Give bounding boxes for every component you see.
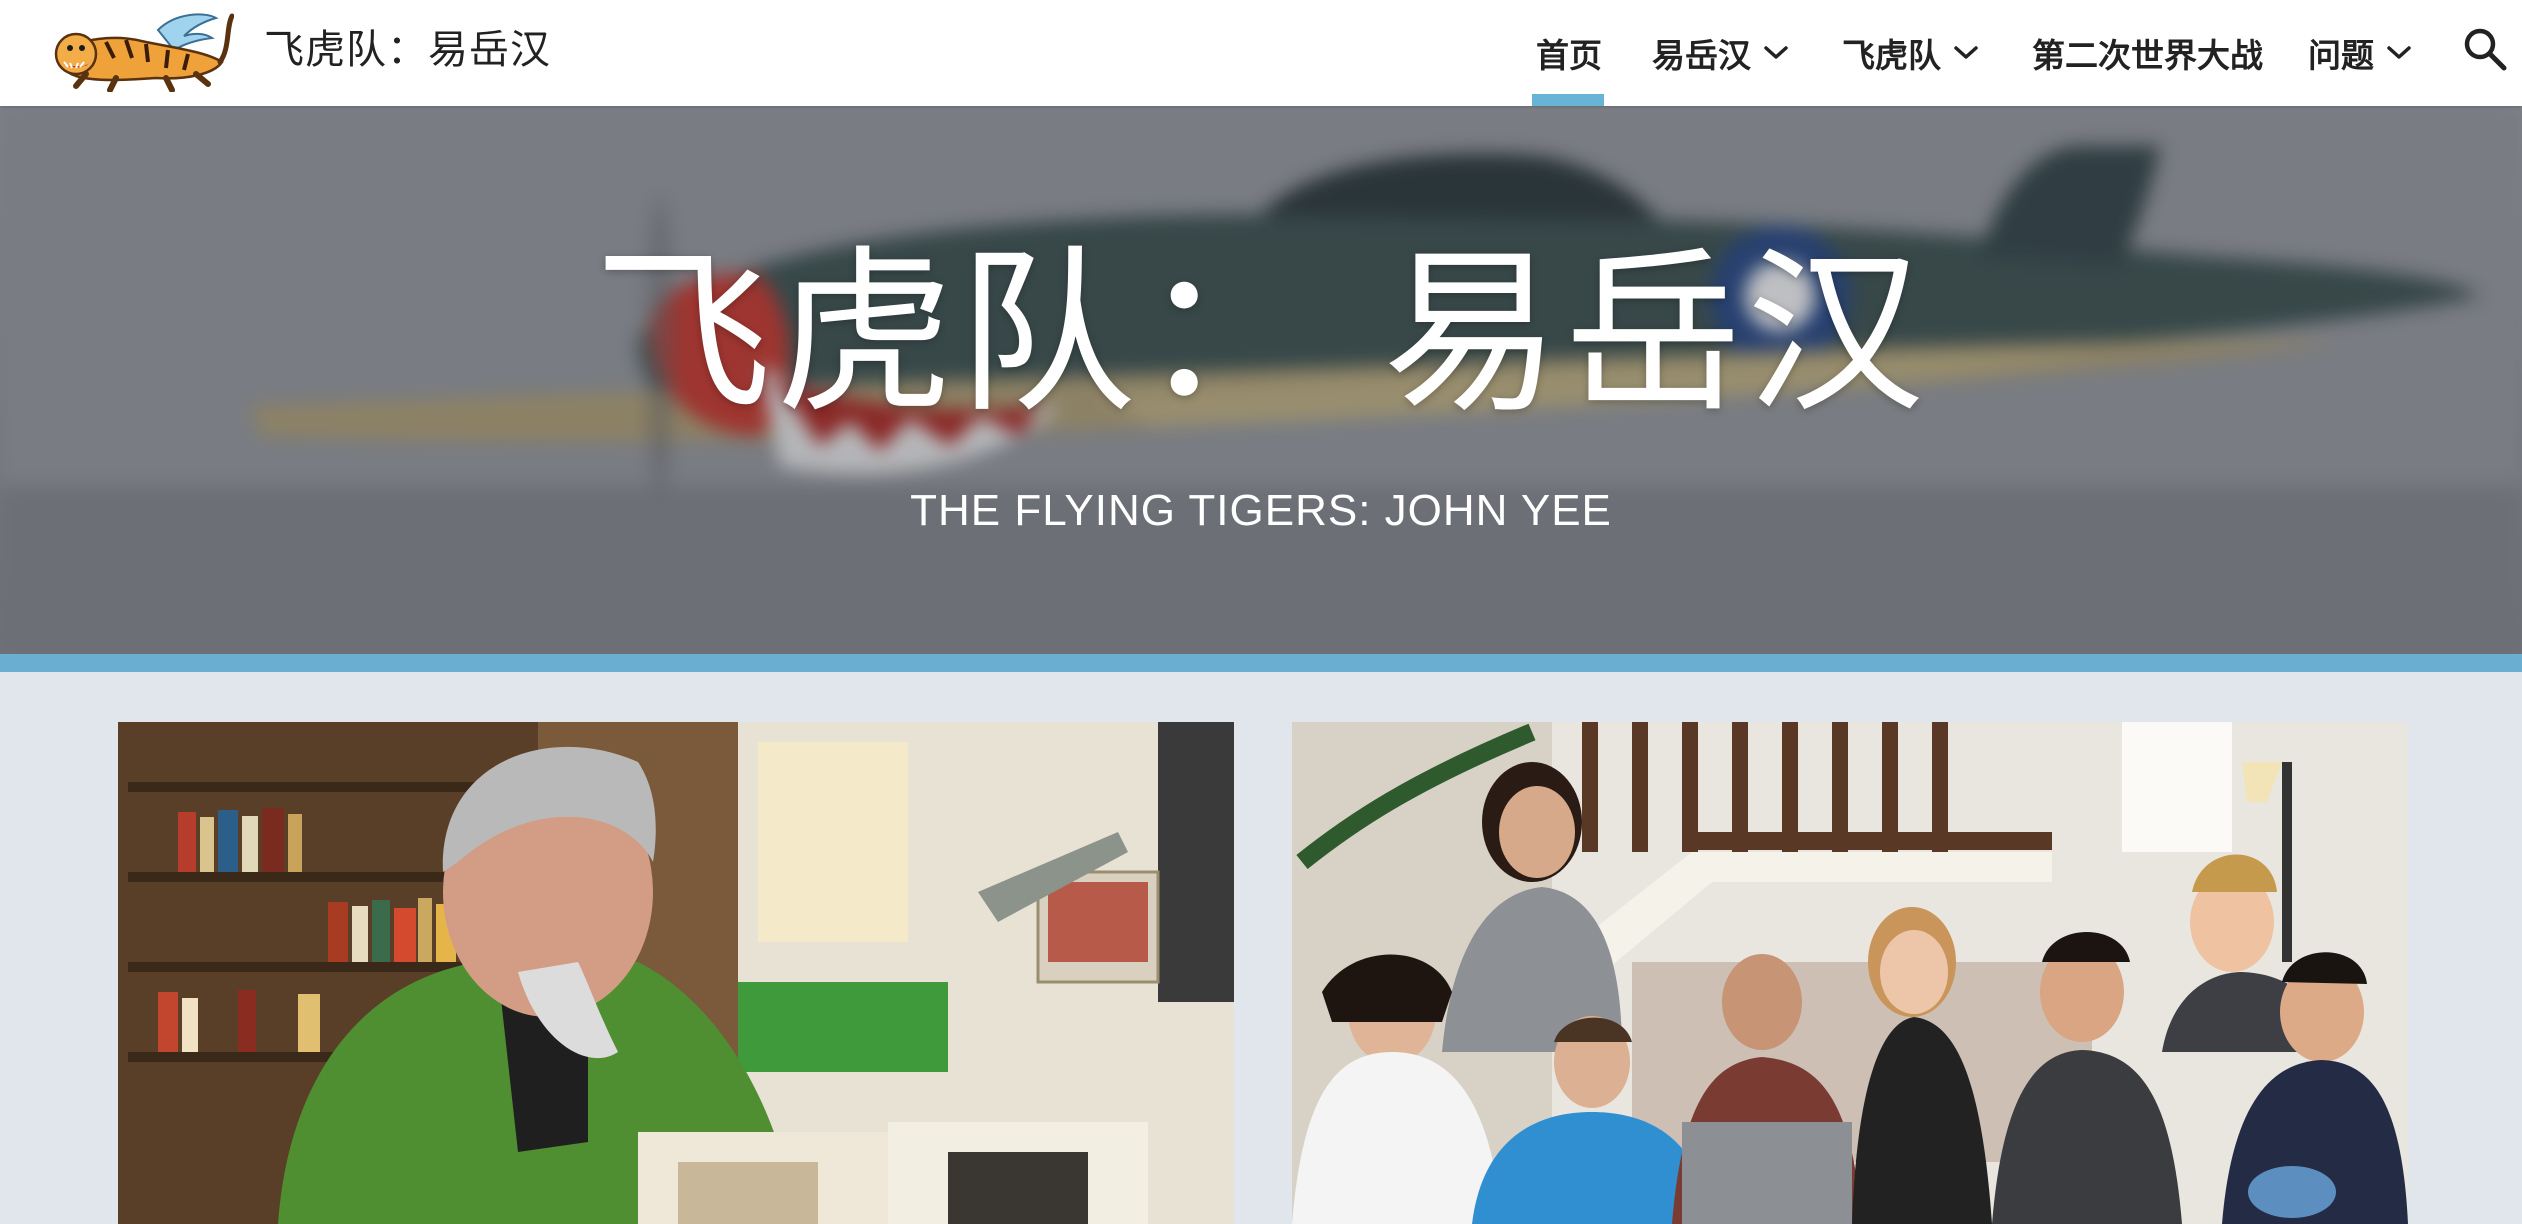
nav-item-world-war-ii[interactable]: 第二次世界大战 bbox=[2032, 0, 2263, 106]
hero-subtitle: THE FLYING TIGERS: JOHN YEE bbox=[910, 486, 1612, 535]
accent-divider bbox=[0, 654, 2522, 672]
active-nav-indicator bbox=[1532, 94, 1604, 106]
nav-item-label: 易岳汉 bbox=[1652, 36, 1751, 75]
nav-item-label: 首页 bbox=[1536, 36, 1602, 75]
flying-tiger-logo[interactable] bbox=[46, 8, 234, 92]
chevron-down-icon[interactable] bbox=[1763, 45, 1789, 61]
john-yee-portrait-photo bbox=[118, 722, 1234, 1224]
chevron-down-icon[interactable] bbox=[1953, 45, 1979, 61]
nav-item-questions[interactable]: 问题 bbox=[2308, 0, 2412, 106]
nav-item-label: 飞虎队 bbox=[1842, 36, 1941, 75]
search-icon[interactable] bbox=[2460, 24, 2508, 72]
nav-item-label: 第二次世界大战 bbox=[2032, 36, 2263, 75]
nav-item-home[interactable]: 首页 bbox=[1536, 0, 1602, 106]
nav-item-label: 问题 bbox=[2308, 36, 2374, 75]
chevron-down-icon[interactable] bbox=[2386, 45, 2412, 61]
site-header: 飞虎队：易岳汉 首页 易岳汉 飞虎队 第二次世界大战 问题 bbox=[0, 0, 2522, 106]
nav-item-john-yee[interactable]: 易岳汉 bbox=[1652, 0, 1789, 106]
students-visit-photo bbox=[1292, 722, 2408, 1224]
hero-banner: 飞虎队： 易岳汉 THE FLYING TIGERS: JOHN YEE bbox=[0, 106, 2522, 654]
site-title[interactable]: 飞虎队：易岳汉 bbox=[264, 22, 551, 78]
nav-item-flying-tigers[interactable]: 飞虎队 bbox=[1842, 0, 1979, 106]
hero-title: 飞虎队： 易岳汉 bbox=[593, 230, 1929, 437]
